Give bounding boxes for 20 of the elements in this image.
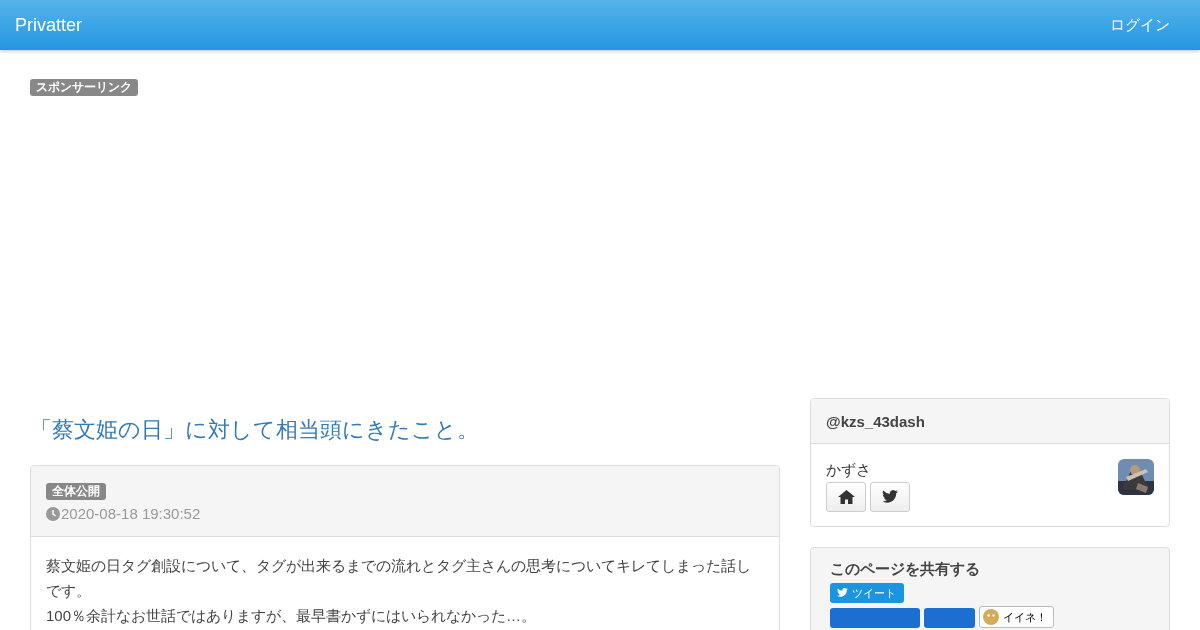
sponsor-label: スポンサーリンク — [30, 79, 138, 96]
twitter-button[interactable] — [870, 482, 910, 512]
clock-icon — [46, 506, 60, 521]
visibility-label: 全体公開 — [46, 483, 106, 500]
login-link[interactable]: ログイン — [1110, 15, 1170, 35]
twitter-bird-icon — [837, 588, 848, 598]
post-paragraph: 蔡文姫の日タグ創設について、タグが出来るまでの流れとタグ主さんの思考についてキレてしまった話しです。 — [46, 556, 752, 601]
post-paragraph: 100％余計なお世話ではありますが、最早書かずにはいられなかった…。 — [46, 606, 538, 626]
like-button[interactable]: イイネ！ — [979, 606, 1054, 628]
home-button[interactable] — [826, 482, 866, 512]
tweet-button[interactable]: ツイート — [830, 583, 904, 603]
home-icon — [837, 490, 855, 504]
share-heading: このページを共有する — [830, 560, 981, 579]
post-title: 「蔡文姫の日」に対して相当頭にきたこと。 — [30, 416, 480, 444]
profile-handle: @kzs_43dash — [811, 399, 1169, 444]
twitter-bird-icon — [882, 490, 898, 504]
brand-link[interactable]: Privatter — [15, 14, 83, 36]
profile-name: かずさ — [826, 461, 872, 480]
post-timestamp: 2020-08-18 19:30:52 — [61, 505, 201, 522]
smiley-icon — [983, 609, 999, 625]
